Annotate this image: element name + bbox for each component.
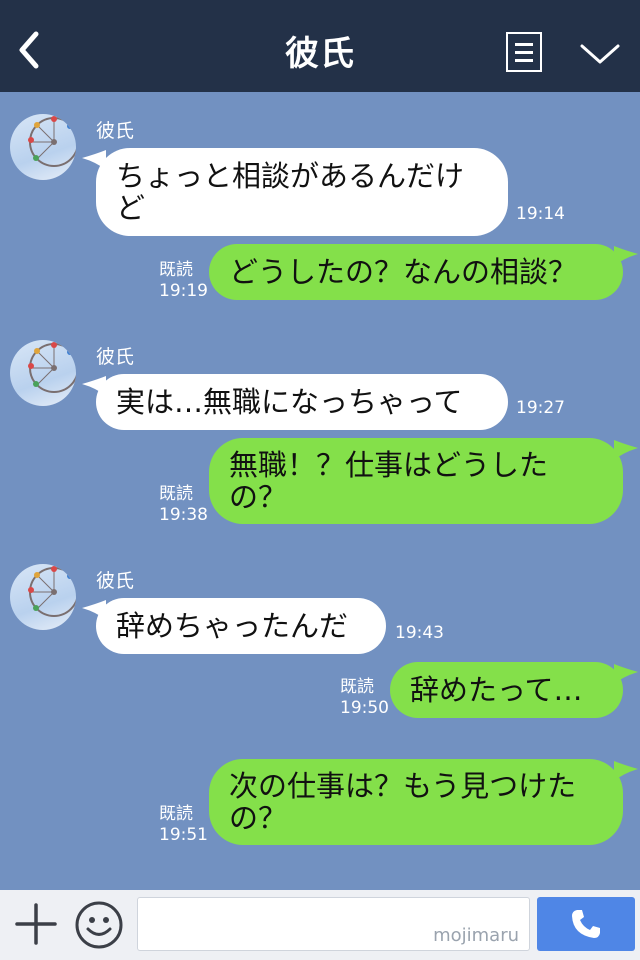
bubble-tail — [82, 376, 106, 396]
message-bubble-outgoing[interactable]: 辞めたって… — [390, 662, 623, 718]
message-bubble-outgoing[interactable]: 次の仕事は？もう見つけたの？ — [209, 759, 623, 845]
menu-icon — [515, 43, 533, 46]
watermark: mojimaru — [433, 925, 519, 946]
message-time: 19:27 — [516, 398, 565, 418]
call-button[interactable] — [537, 897, 635, 951]
phone-icon — [572, 910, 600, 938]
message-time: 19:19 — [159, 281, 208, 301]
read-label: 既読 — [159, 260, 193, 280]
sender-name: 彼氏 — [96, 346, 135, 368]
chevron-down-icon[interactable] — [578, 40, 622, 68]
read-label: 既読 — [340, 677, 374, 697]
avatar[interactable] — [10, 114, 76, 180]
chat-title: 彼氏 — [285, 34, 355, 74]
message-time: 19:14 — [516, 204, 565, 224]
message-text: 実は…無職になっちゃって — [116, 385, 463, 419]
read-receipt: 既読 19:51 — [159, 804, 208, 846]
bubble-tail — [82, 600, 106, 620]
message-bubble-incoming[interactable]: ちょっと相談があるんだけど — [96, 148, 508, 236]
message-bubble-outgoing[interactable]: 無職！？仕事はどうしたの？ — [209, 438, 623, 524]
message-text: ちょっと相談があるんだけど — [116, 159, 465, 225]
message-text: どうしたの？なんの相談？ — [229, 255, 578, 289]
message-text: 次の仕事は？もう見つけたの？ — [229, 769, 577, 835]
read-receipt: 既読 19:38 — [159, 484, 208, 526]
chat-header: 彼氏 — [0, 0, 640, 92]
menu-icon-line — [515, 59, 533, 62]
ferris-wheel-icon — [28, 342, 76, 393]
bubble-tail — [614, 664, 638, 684]
bubble-tail — [614, 246, 638, 266]
message-time: 19:50 — [340, 698, 389, 718]
smile-icon[interactable] — [74, 900, 124, 950]
sender-name: 彼氏 — [96, 120, 135, 142]
chat-area[interactable]: 彼氏 ちょっと相談があるんだけど 19:14 どうしたの？なんの相談？ 既読 1… — [0, 92, 640, 890]
read-receipt: 既読 19:50 — [340, 677, 389, 719]
avatar[interactable] — [10, 340, 76, 406]
message-time: 19:51 — [159, 825, 208, 845]
menu-button[interactable] — [506, 32, 542, 72]
bubble-tail — [614, 440, 638, 460]
message-time: 19:43 — [395, 623, 444, 643]
menu-icon-line — [515, 51, 533, 54]
message-bubble-incoming[interactable]: 実は…無職になっちゃって — [96, 374, 508, 430]
read-receipt: 既読 19:19 — [159, 260, 208, 302]
sender-name: 彼氏 — [96, 570, 135, 592]
message-input[interactable]: mojimaru — [137, 897, 530, 951]
bubble-tail — [82, 150, 106, 170]
read-label: 既読 — [159, 484, 193, 504]
bubble-tail — [614, 761, 638, 781]
message-text: 辞めちゃったんだ — [116, 609, 349, 643]
message-bubble-outgoing[interactable]: どうしたの？なんの相談？ — [209, 244, 623, 300]
read-label: 既読 — [159, 804, 193, 824]
message-text: 辞めたって… — [410, 673, 583, 707]
ferris-wheel-icon — [28, 566, 76, 617]
message-time: 19:38 — [159, 505, 208, 525]
plus-icon[interactable] — [14, 902, 58, 946]
message-bubble-incoming[interactable]: 辞めちゃったんだ — [96, 598, 386, 654]
avatar[interactable] — [10, 564, 76, 630]
ferris-wheel-icon — [28, 116, 76, 167]
message-text: 無職！？仕事はどうしたの？ — [229, 448, 549, 514]
